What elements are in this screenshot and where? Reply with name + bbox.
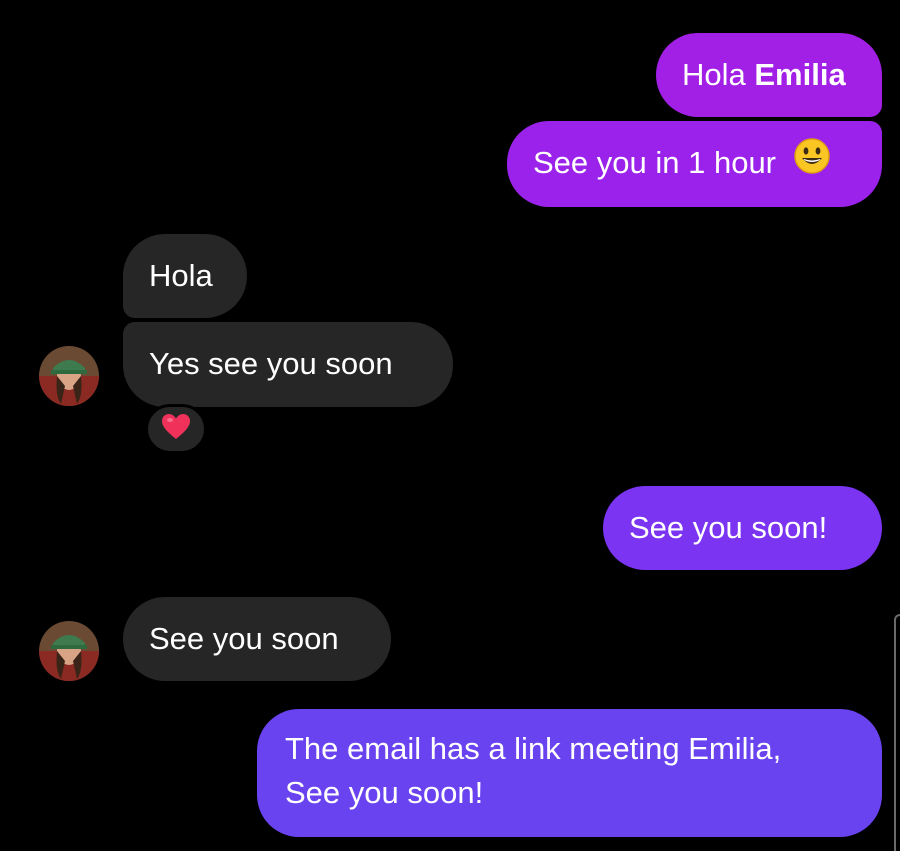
message-text: Hola bbox=[682, 57, 755, 92]
sent-message-bubble[interactable]: The email has a link meeting Emilia, See… bbox=[257, 709, 882, 837]
avatar[interactable] bbox=[39, 346, 99, 406]
avatar[interactable] bbox=[39, 621, 99, 681]
message-text: Yes see you soon bbox=[149, 346, 393, 381]
received-message-bubble[interactable]: See you soon bbox=[123, 597, 391, 681]
message-text: See you soon bbox=[149, 621, 339, 656]
message-text: See you soon! bbox=[629, 510, 828, 545]
message-text-line: The email has a link meeting Emilia, bbox=[285, 731, 782, 766]
sent-message-bubble[interactable]: See you in 1 hour bbox=[507, 121, 882, 207]
smiling-face-icon bbox=[793, 137, 831, 187]
message-text-name: Emilia bbox=[754, 57, 846, 92]
scrollbar-edge bbox=[894, 614, 900, 851]
heart-icon bbox=[161, 413, 191, 446]
heart-reaction[interactable] bbox=[145, 404, 207, 454]
sent-message-bubble[interactable]: See you soon! bbox=[603, 486, 882, 570]
message-text: See you in 1 hour bbox=[533, 145, 777, 180]
sent-message-bubble[interactable]: Hola Emilia bbox=[656, 33, 882, 117]
received-message-bubble[interactable]: Yes see you soon bbox=[123, 322, 453, 407]
message-text: Hola bbox=[149, 258, 213, 293]
message-text-line: See you soon! bbox=[285, 775, 484, 810]
received-message-bubble[interactable]: Hola bbox=[123, 234, 247, 318]
